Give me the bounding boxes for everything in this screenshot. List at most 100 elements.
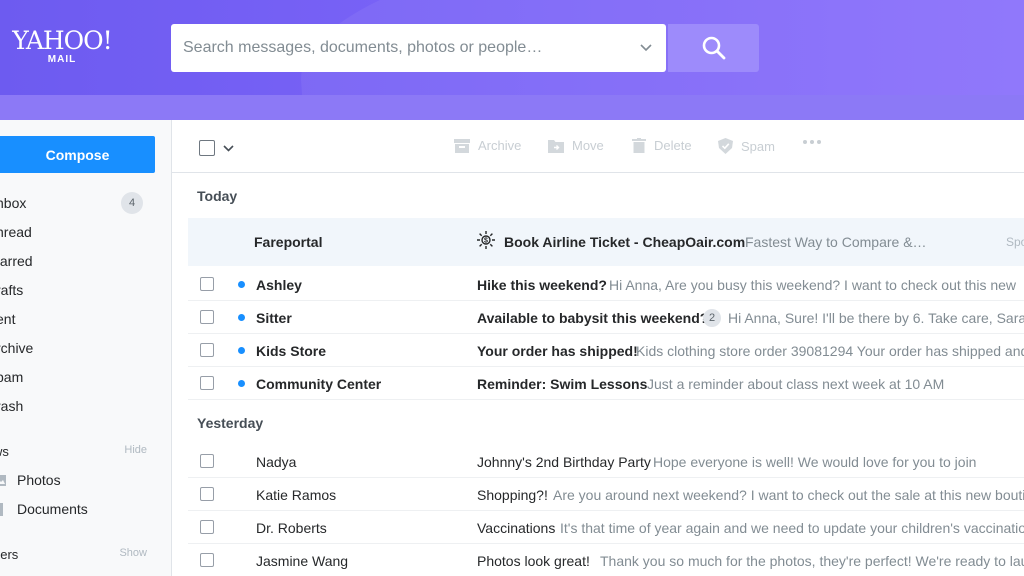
message-checkbox[interactable] bbox=[200, 454, 214, 468]
search-input[interactable] bbox=[171, 24, 626, 72]
folders-label: ders bbox=[0, 547, 19, 562]
sidebar-item-drafts[interactable]: rafts bbox=[0, 279, 155, 301]
message-preview: It's that time of year again and we need… bbox=[560, 520, 1024, 536]
archive-button[interactable]: Archive bbox=[454, 138, 521, 153]
message-checkbox[interactable] bbox=[200, 310, 214, 324]
sidebar-item-sent[interactable]: ent bbox=[0, 308, 155, 330]
message-preview: Kids clothing store order 39081294 Your … bbox=[636, 343, 1024, 359]
message-subject: Vaccinations bbox=[477, 520, 556, 536]
message-row[interactable]: Katie Ramos Shopping?! Are you around ne… bbox=[188, 478, 1024, 511]
message-subject: Photos look great! bbox=[477, 553, 590, 569]
folder-label: tarred bbox=[0, 253, 33, 269]
sidebar-item-photos[interactable]: Photos bbox=[0, 472, 61, 488]
message-sender: Nadya bbox=[256, 454, 297, 470]
message-checkbox[interactable] bbox=[200, 553, 214, 567]
sidebar-item-unread[interactable]: nread bbox=[0, 221, 155, 243]
folder-label: nread bbox=[0, 224, 32, 240]
message-row[interactable]: Kids Store Your order has shipped! Kids … bbox=[188, 334, 1024, 367]
chevron-down-icon[interactable] bbox=[223, 144, 234, 152]
message-checkbox[interactable] bbox=[200, 343, 214, 357]
sponsored-label: Spo bbox=[1006, 235, 1024, 249]
message-list-pane: Archive Move Delete Spam Today Fareporta… bbox=[172, 120, 1024, 576]
message-row[interactable]: Sitter Available to babysit this weekend… bbox=[188, 301, 1024, 334]
unread-dot-icon[interactable] bbox=[238, 347, 245, 354]
folder-label: nbox bbox=[0, 195, 27, 211]
search-icon bbox=[702, 36, 725, 60]
yahoo-mail-logo[interactable]: YAHOO! MAIL bbox=[12, 26, 112, 66]
unread-dot-icon[interactable] bbox=[238, 314, 245, 321]
folders-show-link[interactable]: Show bbox=[119, 547, 147, 559]
logo-brand: YAHOO! bbox=[12, 26, 112, 55]
message-row[interactable]: Nadya Johnny's 2nd Birthday Party Hope e… bbox=[188, 445, 1024, 478]
message-checkbox[interactable] bbox=[200, 277, 214, 291]
message-checkbox[interactable] bbox=[200, 520, 214, 534]
message-subject: Hike this weekend? bbox=[477, 277, 607, 293]
message-preview: Just a reminder about class next week at… bbox=[647, 376, 945, 392]
folder-label: rafts bbox=[0, 282, 24, 298]
sidebar-item-documents[interactable]: Documents bbox=[0, 501, 88, 517]
move-button[interactable]: Move bbox=[548, 138, 604, 153]
ad-sender: Fareportal bbox=[254, 234, 323, 250]
archive-icon bbox=[454, 138, 470, 153]
message-sender: Kids Store bbox=[256, 343, 327, 359]
views-label: ws bbox=[0, 444, 9, 459]
message-subject: Johnny's 2nd Birthday Party bbox=[477, 454, 651, 470]
folder-label: rash bbox=[0, 398, 24, 414]
sidebar-item-starred[interactable]: tarred bbox=[0, 250, 155, 272]
folder-label: pam bbox=[0, 369, 24, 385]
archive-label: Archive bbox=[478, 138, 522, 153]
message-preview: Thank you so much for the photos, they'r… bbox=[600, 553, 1024, 569]
svg-text:$: $ bbox=[484, 238, 488, 245]
thread-count-badge: 2 bbox=[703, 309, 721, 327]
message-toolbar: Archive Move Delete Spam bbox=[172, 120, 1024, 173]
sidebar-item-trash[interactable]: rash bbox=[0, 395, 155, 417]
delete-button[interactable]: Delete bbox=[632, 138, 692, 153]
message-checkbox[interactable] bbox=[200, 487, 214, 501]
spam-button[interactable]: Spam bbox=[718, 138, 775, 154]
message-sender: Dr. Roberts bbox=[256, 520, 327, 536]
ad-subject: Book Airline Ticket - CheapOair.com bbox=[504, 234, 746, 250]
documents-label: Documents bbox=[17, 501, 88, 517]
message-sender: Jasmine Wang bbox=[256, 553, 349, 569]
message-row[interactable]: Community Center Reminder: Swim Lessons … bbox=[188, 367, 1024, 400]
unread-dot-icon[interactable] bbox=[238, 281, 245, 288]
shield-icon bbox=[718, 138, 733, 154]
message-preview: Hope everyone is well! We would love for… bbox=[653, 454, 977, 470]
folder-label: ent bbox=[0, 311, 16, 327]
delete-label: Delete bbox=[654, 138, 692, 153]
search-button[interactable] bbox=[668, 24, 759, 72]
sponsored-ad-icon: $ bbox=[477, 231, 495, 254]
sidebar-item-spam[interactable]: pam bbox=[0, 366, 155, 388]
sidebar-item-inbox[interactable]: nbox 4 bbox=[0, 192, 155, 214]
select-all-control[interactable] bbox=[199, 140, 234, 156]
select-all-checkbox[interactable] bbox=[199, 140, 215, 156]
message-sender: Sitter bbox=[256, 310, 292, 326]
message-sender: Katie Ramos bbox=[256, 487, 337, 503]
message-row[interactable]: Dr. Roberts Vaccinations It's that time … bbox=[188, 511, 1024, 544]
compose-button[interactable]: Compose bbox=[0, 136, 155, 173]
app-header: YAHOO! MAIL bbox=[0, 0, 1024, 120]
more-dots-icon bbox=[803, 140, 821, 144]
sidebar-item-archive[interactable]: rchive bbox=[0, 337, 155, 359]
sidebar: Compose nbox 4 nread tarred rafts ent rc… bbox=[0, 120, 172, 576]
sponsored-message-row[interactable]: Fareportal $ Book Airline Ticket - Cheap… bbox=[188, 218, 1024, 266]
message-subject: Available to babysit this weekend? bbox=[477, 310, 709, 326]
message-checkbox[interactable] bbox=[200, 376, 214, 390]
message-subject: Your order has shipped! bbox=[477, 343, 638, 359]
photos-label: Photos bbox=[17, 472, 61, 488]
unread-dot-icon[interactable] bbox=[238, 380, 245, 387]
more-actions-button[interactable] bbox=[802, 139, 830, 145]
message-subject: Shopping?! bbox=[477, 487, 548, 503]
search-box bbox=[171, 24, 666, 72]
group-label-yesterday: Yesterday bbox=[197, 415, 264, 431]
documents-icon bbox=[0, 502, 6, 516]
message-preview: Are you around next weekend? I want to c… bbox=[553, 487, 1024, 503]
trash-icon bbox=[632, 138, 646, 153]
spam-label: Spam bbox=[741, 138, 775, 154]
views-hide-link[interactable]: Hide bbox=[124, 444, 147, 456]
photos-icon bbox=[0, 473, 6, 487]
message-row[interactable]: Ashley Hike this weekend? Hi Anna, Are y… bbox=[188, 268, 1024, 301]
search-options-chevron-icon[interactable] bbox=[626, 24, 666, 72]
message-sender: Community Center bbox=[256, 376, 382, 392]
message-row[interactable]: Jasmine Wang Photos look great! Thank yo… bbox=[188, 544, 1024, 576]
